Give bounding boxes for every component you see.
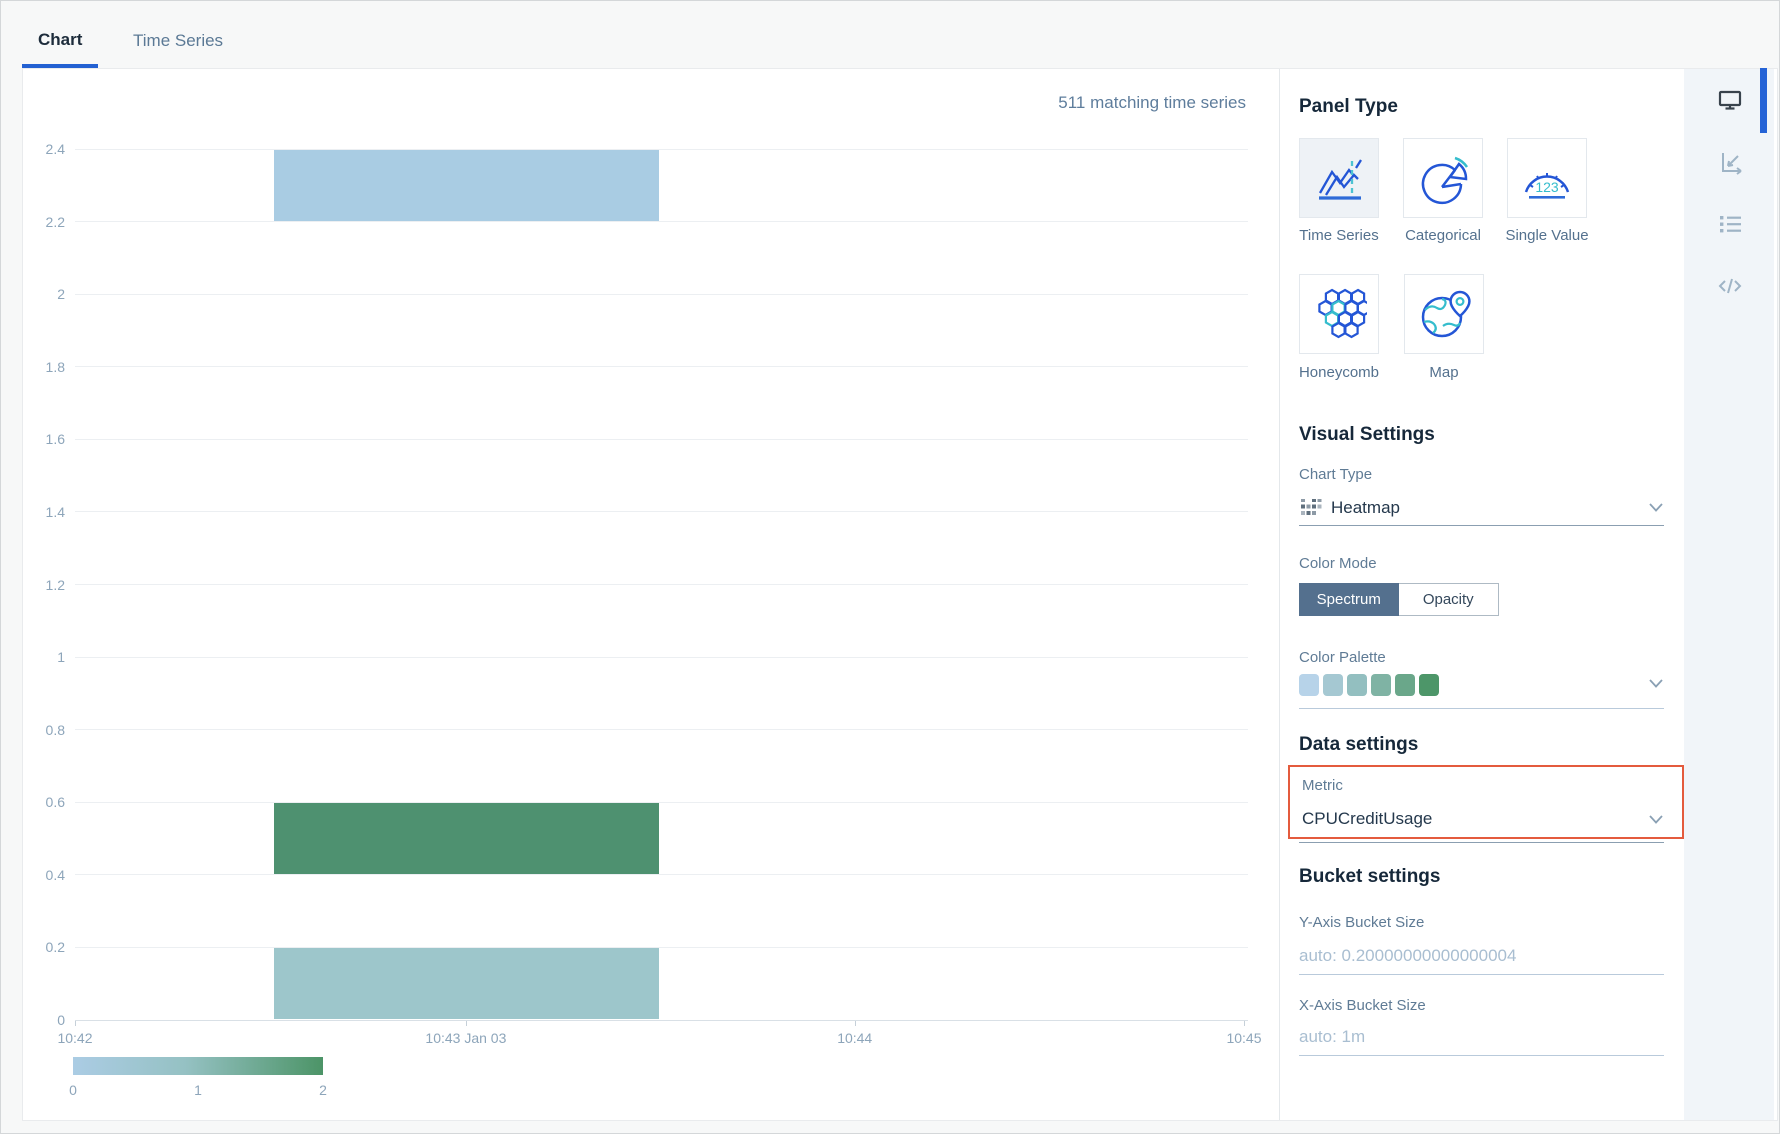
chart-type-select[interactable]: Heatmap <box>1299 495 1664 525</box>
color-mode-toggle: Spectrum Opacity <box>1299 583 1499 616</box>
visual-settings-heading: Visual Settings <box>1299 424 1435 445</box>
palette-swatch <box>1347 674 1367 696</box>
x-axis-bucket-size-input[interactable] <box>1299 1027 1664 1047</box>
chart-builder-page: Chart Time Series 511 matching time seri… <box>0 0 1780 1134</box>
tab-time-series[interactable]: Time Series <box>133 31 223 51</box>
map-icon <box>1416 286 1472 342</box>
bucket-settings-heading: Bucket settings <box>1299 866 1441 887</box>
time-series-icon <box>1311 150 1367 206</box>
color-palette-label: Color Palette <box>1299 649 1386 666</box>
color-palette-underline <box>1299 708 1664 709</box>
panel-type-label: Single Value <box>1505 227 1589 244</box>
panel-type-label: Honeycomb <box>1298 364 1380 381</box>
code-icon[interactable] <box>1717 273 1743 299</box>
panel-type-label: Map <box>1429 364 1459 381</box>
axes-icon[interactable] <box>1717 149 1743 175</box>
y-bucket-underline <box>1299 974 1664 975</box>
y-axis-bucket-size-label: Y-Axis Bucket Size <box>1299 914 1425 931</box>
color-mode-opacity-button[interactable]: Opacity <box>1398 583 1499 616</box>
palette-swatch <box>1323 674 1343 696</box>
panel-type-label: Time Series <box>1299 227 1379 244</box>
chart-type-underline <box>1299 525 1664 526</box>
tab-chart[interactable]: Chart <box>38 30 82 50</box>
monitor-icon[interactable] <box>1717 87 1743 113</box>
list-icon[interactable] <box>1717 211 1743 237</box>
metric-label: Metric <box>1302 777 1343 794</box>
chevron-down-icon <box>1649 815 1663 824</box>
color-mode-spectrum-button[interactable]: Spectrum <box>1299 583 1399 616</box>
y-axis-bucket-size-input[interactable] <box>1299 946 1664 966</box>
categorical-icon <box>1415 150 1471 206</box>
color-mode-label: Color Mode <box>1299 555 1377 572</box>
metric-select[interactable]: CPUCreditUsage <box>1302 809 1663 833</box>
metric-underline <box>1299 842 1664 843</box>
panel-type-map[interactable] <box>1404 274 1484 354</box>
palette-swatch <box>1395 674 1415 696</box>
chart-type-label: Chart Type <box>1299 466 1373 483</box>
palette-swatch <box>1419 674 1439 696</box>
matching-time-series-count: 511 matching time series <box>1058 93 1246 112</box>
active-view-indicator <box>1760 68 1767 133</box>
panel-type-honeycomb[interactable] <box>1299 274 1379 354</box>
x-axis-bucket-size-label: X-Axis Bucket Size <box>1299 997 1426 1014</box>
color-palette-select[interactable] <box>1299 674 1599 698</box>
palette-swatch <box>1371 674 1391 696</box>
panel-type-heading: Panel Type <box>1299 96 1398 117</box>
panel-type-time-series[interactable] <box>1299 138 1379 218</box>
panel-divider <box>1279 69 1280 1120</box>
chart-type-value: Heatmap <box>1331 498 1400 517</box>
honeycomb-icon <box>1311 286 1367 342</box>
heatmap-icon <box>1301 499 1322 516</box>
single-value-icon: 123 <box>1519 150 1575 206</box>
svg-text:123: 123 <box>1535 179 1559 195</box>
data-settings-heading: Data settings <box>1299 734 1419 755</box>
chevron-down-icon <box>1649 679 1663 688</box>
panel-type-single-value[interactable]: 123 <box>1507 138 1587 218</box>
palette-swatch <box>1299 674 1319 696</box>
x-bucket-underline <box>1299 1055 1664 1056</box>
metric-value: CPUCreditUsage <box>1302 809 1433 828</box>
chevron-down-icon <box>1649 503 1663 512</box>
panel-type-label: Categorical <box>1405 227 1481 244</box>
panel-type-categorical[interactable] <box>1403 138 1483 218</box>
